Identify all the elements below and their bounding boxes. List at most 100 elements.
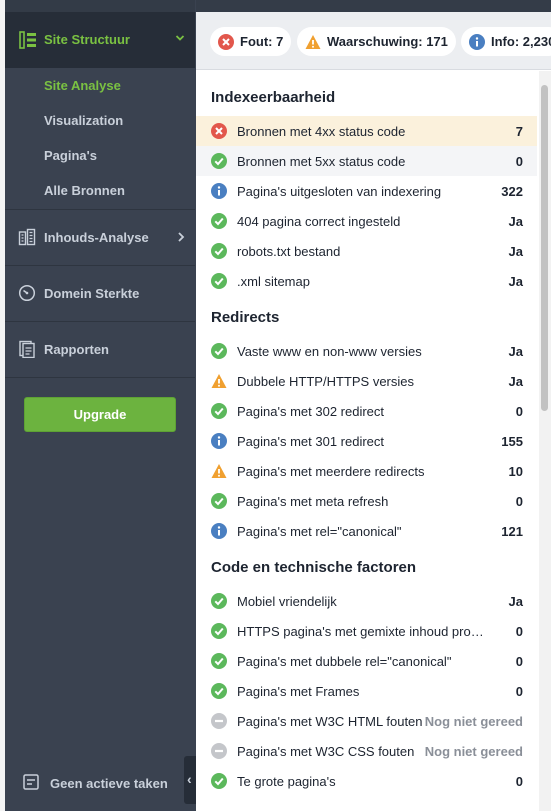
check-icon (211, 403, 227, 419)
issue-value: Nog niet gereed (424, 744, 523, 759)
issue-row[interactable]: Pagina's met W3C HTML fouten Nog niet ger… (196, 706, 537, 736)
issue-value: 322 (501, 184, 523, 199)
issue-value: 0 (515, 154, 523, 169)
check-icon (211, 243, 227, 259)
issue-row[interactable]: Mobiel vriendelijk Ja (196, 586, 537, 616)
issue-row[interactable]: .xml sitemap Ja (196, 266, 537, 296)
sidebar-subitem-alle-bronnen[interactable]: Alle Bronnen (44, 183, 125, 198)
sidebar-item-domein-sterkte[interactable]: Domein Sterkte (5, 265, 195, 321)
check-icon (211, 493, 227, 509)
issues-list: Indexeerbaarheid Bronnen met 4xx status … (196, 71, 537, 811)
check-icon (211, 623, 227, 639)
issue-label: Pagina's met meta refresh (237, 494, 389, 509)
chevron-left-icon: ‹ (187, 771, 192, 787)
issue-row[interactable]: Pagina's met 302 redirect 0 (196, 396, 537, 426)
issue-value: 155 (501, 434, 523, 449)
issue-value: 0 (515, 654, 523, 669)
issue-label: Pagina's met Frames (237, 684, 360, 699)
issue-value: Nog niet gereed (424, 714, 523, 729)
issue-row[interactable]: Pagina's uitgesloten van indexering 322 (196, 176, 537, 206)
issue-value: 0 (515, 684, 523, 699)
issue-row[interactable]: HTTPS pagina's met gemixte inhoud proble… (196, 616, 537, 646)
pending-icon (211, 743, 227, 759)
issue-value: Ja (508, 344, 523, 359)
issue-label: Te grote pagina's (237, 774, 336, 789)
warning-icon (211, 373, 227, 389)
sidebar-item-site-structure[interactable]: Site Structuur (5, 12, 195, 68)
sidebar-subitem-visualization[interactable]: Visualization (44, 113, 123, 128)
section-title: Code en technische factoren (211, 559, 417, 576)
sidebar-item-label: Rapporten (44, 342, 109, 357)
section-title: Redirects (211, 309, 280, 326)
error-count-pill[interactable]: Fout: 7 (210, 27, 292, 56)
scrollbar-thumb[interactable] (541, 85, 548, 411)
issue-row[interactable]: Dubbele HTTP/HTTPS versies Ja (196, 366, 537, 396)
upgrade-button[interactable]: Upgrade (24, 397, 176, 432)
info-icon (211, 183, 227, 199)
check-icon (211, 213, 227, 229)
check-icon (211, 273, 227, 289)
buildings-icon (18, 228, 36, 246)
issue-value: Ja (508, 594, 523, 609)
issue-row[interactable]: Te grote pagina's 0 (196, 766, 537, 796)
issue-label: Pagina's uitgesloten van indexering (237, 184, 442, 199)
issue-value: Ja (508, 244, 523, 259)
issue-row[interactable]: robots.txt bestand Ja (196, 236, 537, 266)
chevron-down-icon (175, 35, 185, 41)
issue-row[interactable]: Pagina's met Frames 0 (196, 676, 537, 706)
collapse-sidebar-button[interactable]: ‹ (184, 756, 196, 804)
warning-count-pill[interactable]: Waarschuwing: 171 (297, 27, 456, 56)
issue-row[interactable]: 404 pagina correct ingesteld Ja (196, 206, 537, 236)
issue-label: Vaste www en non-www versies (237, 344, 422, 359)
issue-label: Pagina's met W3C HTML fouten (237, 714, 423, 729)
issue-row[interactable]: Pagina's met meerdere redirects 10 (196, 456, 537, 486)
error-count-label: Fout: 7 (240, 34, 284, 49)
check-icon (211, 153, 227, 169)
sidebar-subitem-site-analyse[interactable]: Site Analyse (44, 78, 121, 93)
sidebar-tasks-footer[interactable]: Geen actieve taken (5, 760, 195, 804)
info-icon (469, 33, 485, 50)
chevron-right-icon (178, 232, 185, 242)
sidebar-item-label: Inhouds-Analyse (44, 230, 149, 245)
window-top-bar (196, 0, 551, 12)
issue-row[interactable]: Bronnen met 4xx status code 7 (196, 116, 537, 146)
section-title: Indexeerbaarheid (211, 89, 336, 106)
sidebar-item-rapporten[interactable]: Rapporten (5, 321, 195, 377)
warning-count-label: Waarschuwing: 171 (327, 34, 448, 49)
warning-icon (305, 34, 321, 49)
info-count-pill[interactable]: Info: 2,230 (461, 27, 551, 56)
issue-value: 121 (501, 524, 523, 539)
scrollbar[interactable] (539, 71, 551, 811)
issue-row[interactable]: Pagina's met 301 redirect 155 (196, 426, 537, 456)
sidebar: Site Structuur Site Analyse Visualizatio… (5, 0, 195, 811)
issue-label: Dubbele HTTP/HTTPS versies (237, 374, 414, 389)
issue-label: Pagina's met rel="canonical" (237, 524, 402, 539)
issue-value: Ja (508, 374, 523, 389)
issue-label: robots.txt bestand (237, 244, 341, 259)
tasks-status-text: Geen actieve taken (50, 776, 168, 791)
sidebar-subitem-paginas[interactable]: Pagina's (44, 148, 97, 163)
issue-label: Pagina's met dubbele rel="canonical" (237, 654, 452, 669)
issue-label: Bronnen met 4xx status code (237, 124, 406, 139)
info-icon (211, 523, 227, 539)
issue-row[interactable]: Pagina's met rel="canonical" 121 (196, 516, 537, 546)
sidebar-top-bar (5, 0, 195, 12)
issue-label: Pagina's met W3C CSS fouten (237, 744, 415, 759)
issue-value: Ja (508, 214, 523, 229)
issue-row[interactable]: Pagina's met W3C CSS fouten Nog niet gere… (196, 736, 537, 766)
issue-value: 0 (515, 774, 523, 789)
issue-row[interactable]: Pagina's met dubbele rel="canonical" 0 (196, 646, 537, 676)
tasks-icon (23, 774, 39, 790)
issue-label: Pagina's met meerdere redirects (237, 464, 425, 479)
check-icon (211, 683, 227, 699)
issue-row[interactable]: Pagina's met meta refresh 0 (196, 486, 537, 516)
issue-label: 404 pagina correct ingesteld (237, 214, 401, 229)
sidebar-item-inhouds-analyse[interactable]: Inhouds-Analyse (5, 209, 195, 265)
issue-row[interactable]: Vaste www en non-www versies Ja (196, 336, 537, 366)
main-panel: Fout: 7 Waarschuwing: 171 Info: 2,230 In… (196, 12, 551, 811)
issue-label: Bronnen met 5xx status code (237, 154, 406, 169)
info-icon (211, 433, 227, 449)
issue-value: 0 (515, 494, 523, 509)
check-icon (211, 593, 227, 609)
issue-row[interactable]: Bronnen met 5xx status code 0 (196, 146, 537, 176)
